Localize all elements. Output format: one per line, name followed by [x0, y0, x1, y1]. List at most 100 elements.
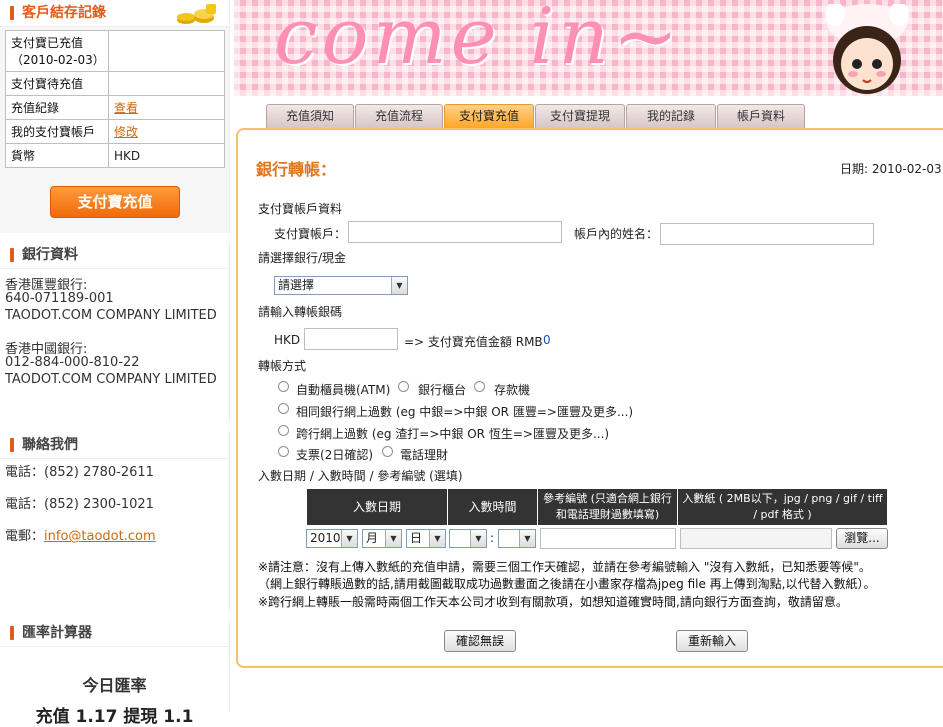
- my-account-label: 我的支付寶帳戶: [5, 119, 109, 144]
- counter-radio[interactable]: [398, 381, 409, 392]
- tab-account-info[interactable]: 帳戶資料: [717, 104, 805, 128]
- bank-select-value: 請選擇: [278, 278, 315, 292]
- cross-bank-radio[interactable]: [278, 425, 289, 436]
- bank-panel-title: 銀行資料: [22, 247, 78, 263]
- table-header-row: 入數日期 入數時間 參考編號 (只適合網上銀行和電話理財過數填寫) 入數紙 ( …: [306, 488, 888, 526]
- page-title: 銀行轉帳：: [256, 160, 337, 179]
- tab-topup-process[interactable]: 充值流程: [355, 104, 443, 128]
- email-label: 電郵：: [5, 529, 45, 544]
- panel-title: 聯絡我們: [0, 432, 229, 459]
- alipay-account-input[interactable]: [348, 221, 562, 243]
- tab-alipay-topup[interactable]: 支付寶充值: [444, 104, 534, 128]
- currency-label: 貨幣: [5, 143, 109, 168]
- table-row: 貨幣 HKD: [5, 143, 225, 168]
- tab-topup-notice[interactable]: 充值須知: [266, 104, 354, 128]
- deposit-machine-radio[interactable]: [474, 381, 485, 392]
- month-select[interactable]: 月 ▼: [362, 529, 402, 548]
- pending-label: 支付寶待充值: [5, 71, 109, 96]
- balance-value: [108, 30, 225, 72]
- table-row: 支付寶已充值（2010-02-03）: [5, 30, 225, 72]
- year-select[interactable]: 2010 ▼: [306, 529, 358, 548]
- browse-button[interactable]: 瀏覽...: [836, 528, 888, 549]
- balance-table: 支付寶已充值（2010-02-03） 支付寶待充值 充值紀錄 查看 我的支付寶帳…: [5, 30, 225, 168]
- today-rate-heading: 今日匯率: [82, 676, 147, 695]
- account-balance-panel: 客戶結存記錄 支付寶已充值（2010-02-03） 支付寶待充值 充值紀錄 查看: [0, 0, 230, 233]
- chevron-down-icon: ▼: [470, 530, 486, 547]
- note-line: ※請注意：沒有上傳入數紙的充值申請，需要三個工作天確認，並請在參考編號輸入 "沒…: [258, 560, 871, 574]
- same-bank-label: 相同銀行網上過數 (eg 中銀=>中銀 OR 匯豐=>匯豐及更多...): [296, 405, 634, 419]
- reference-no-input[interactable]: [540, 528, 676, 549]
- amount-section-label: 請輸入轉帳銀碼: [258, 305, 343, 319]
- email-link[interactable]: info@taodot.com: [44, 529, 156, 544]
- year-select-value: 2010: [310, 531, 341, 545]
- table-row: 充值紀錄 查看: [5, 95, 225, 120]
- topup-record-cell: 查看: [108, 95, 225, 120]
- note-line: ※跨行網上轉賬一般需時兩個工作天本公司才收到有關款項，如想知道確實時間,請向銀行…: [258, 595, 848, 609]
- alipay-section-label: 支付寶帳戶資料: [258, 202, 343, 216]
- atm-label: 自動櫃員機(ATM): [296, 383, 391, 397]
- sidebar: 客戶結存記錄 支付寶已充值（2010-02-03） 支付寶待充值 充值紀錄 查看: [0, 0, 230, 727]
- rate-panel-title: 匯率計算器: [22, 625, 92, 641]
- phone-banking-label: 電話理財: [400, 448, 449, 462]
- day-select-value: 日: [410, 531, 423, 545]
- tab-alipay-withdraw[interactable]: 支付寶提現: [535, 104, 625, 128]
- alipay-topup-button[interactable]: 支付寶充值: [50, 186, 180, 218]
- panel-title: 匯率計算器: [0, 620, 229, 647]
- pending-value: [108, 71, 225, 96]
- contact-panel-title: 聯絡我們: [22, 437, 78, 453]
- rmb-amount: 0: [543, 333, 551, 347]
- email-row: 電郵：info@taodot.com: [5, 525, 156, 544]
- amount-input[interactable]: [304, 328, 398, 350]
- cross-bank-label: 跨行網上過數 (eg 渣打=>中銀 OR 恆生=>匯豐及更多...): [296, 427, 610, 441]
- title-bar-icon: [10, 438, 14, 452]
- gold-coins-icon: [177, 4, 216, 24]
- tab-my-records[interactable]: 我的記錄: [626, 104, 716, 128]
- rate-line: 充值 1.17 提現 1.1: [35, 707, 194, 727]
- counter-label: 銀行櫃台: [418, 383, 467, 397]
- title-bar-icon: [10, 248, 14, 262]
- currency-label: HKD: [274, 333, 301, 347]
- topup-record-label: 充值紀錄: [5, 95, 109, 120]
- entry-section-label: 入數日期 / 入數時間 / 參考編號 (選填): [258, 469, 463, 483]
- bank-line: TAODOT.COM COMPANY LIMITED: [5, 372, 217, 387]
- panel-title: 銀行資料: [0, 242, 229, 269]
- header-deposit-date: 入數日期: [306, 488, 448, 526]
- doll-mascot-icon: [825, 4, 909, 94]
- confirm-button[interactable]: 確認無誤: [444, 630, 516, 652]
- bank-section-label: 請選擇銀行/現金: [258, 251, 347, 265]
- minute-select[interactable]: ▼: [498, 529, 536, 548]
- cheque-radio[interactable]: [278, 446, 289, 457]
- account-name-input[interactable]: [660, 223, 874, 245]
- form-date: 日期: 2010-02-03: [840, 162, 942, 176]
- phone-banking-radio[interactable]: [382, 446, 393, 457]
- same-bank-radio[interactable]: [278, 403, 289, 414]
- my-account-cell: 修改: [108, 119, 225, 144]
- reset-button[interactable]: 重新輸入: [676, 630, 748, 652]
- chevron-down-icon: ▼: [429, 530, 445, 547]
- bank-transfer-form: 銀行轉帳： 日期: 2010-02-03 支付寶帳戶資料 支付寶帳戶： 帳戶內的…: [236, 128, 943, 668]
- chevron-down-icon: ▼: [391, 277, 407, 294]
- atm-radio[interactable]: [278, 381, 289, 392]
- title-bar-icon: [10, 626, 14, 640]
- method-section-label: 轉帳方式: [258, 359, 307, 373]
- chevron-down-icon: ▼: [341, 530, 357, 547]
- phone-2: 電話：(852) 2300-1021: [5, 497, 154, 512]
- header-deposit-time: 入數時間: [447, 488, 538, 526]
- panel-title: 客戶結存記錄: [0, 0, 229, 27]
- header-deposit-slip: 入數紙 ( 2MB以下，jpg / png / gif / tiff / pdf…: [677, 488, 888, 526]
- bank-select[interactable]: 請選擇 ▼: [274, 276, 408, 295]
- month-select-value: 月: [366, 531, 379, 545]
- day-select[interactable]: 日 ▼: [406, 529, 446, 548]
- bank-line: 012-884-000-810-22: [5, 355, 140, 370]
- account-name-label: 帳戶內的姓名：: [574, 227, 659, 241]
- hour-select[interactable]: ▼: [449, 529, 487, 548]
- convert-text: => 支付寶充值金額 RMB: [404, 335, 543, 349]
- title-bar-icon: [10, 6, 14, 20]
- cheque-label: 支票(2日確認): [296, 448, 373, 462]
- view-records-link[interactable]: 查看: [114, 101, 138, 115]
- edit-account-link[interactable]: 修改: [114, 125, 138, 139]
- file-path-input[interactable]: [680, 528, 832, 549]
- header-banner: come in~: [234, 0, 943, 96]
- deposit-machine-label: 存款機: [494, 383, 531, 397]
- table-row: 我的支付寶帳戶 修改: [5, 119, 225, 144]
